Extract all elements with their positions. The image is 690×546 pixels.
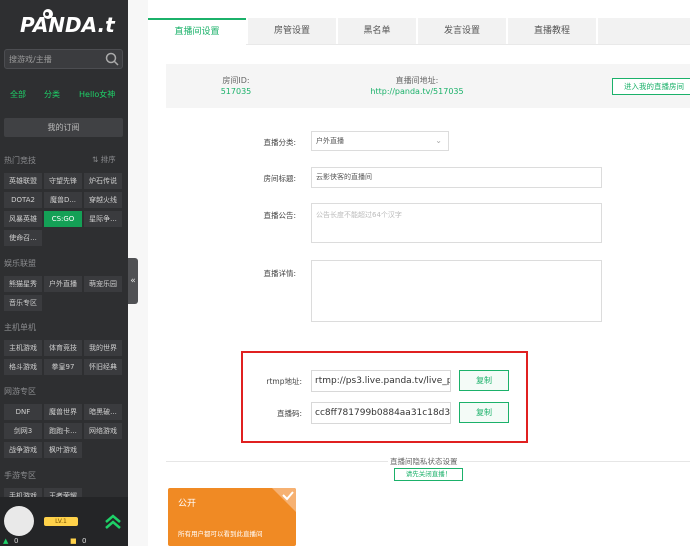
tab-bar: 直播间设置 房管设置 黑名单 发言设置 直播教程 — [148, 18, 690, 46]
tab-tutorial[interactable]: 直播教程 — [508, 18, 596, 44]
scroll-to-top-icon[interactable] — [104, 513, 122, 529]
category-item[interactable]: 萌宠乐园 — [84, 276, 122, 292]
room-url-label: 直播间地址: — [395, 76, 439, 85]
tab-room-settings[interactable]: 直播间设置 — [148, 18, 246, 46]
nav-hello-goddess[interactable]: Hello女神 — [79, 89, 115, 100]
stream-credentials-highlight — [241, 351, 528, 443]
category-item[interactable]: 魔兽D... — [44, 192, 82, 208]
category-item[interactable]: 战争游戏 — [4, 442, 42, 458]
main-panel: 直播间设置 房管设置 黑名单 发言设置 直播教程 房间ID: 517035 直播… — [148, 0, 690, 546]
tab-blacklist[interactable]: 黑名单 — [338, 18, 416, 44]
category-item[interactable]: 暗黑破... — [84, 404, 122, 420]
privacy-section-title: 直播间隐私状态设置 — [388, 456, 460, 467]
announcement-label: 直播公告: — [263, 211, 296, 220]
sort-icon: ⇅ — [92, 155, 101, 164]
search-input[interactable] — [9, 53, 101, 66]
nav-category[interactable]: 分类 — [44, 89, 60, 100]
category-item[interactable]: 怀旧经典 — [84, 359, 122, 375]
room-id-value: 517035 — [220, 87, 252, 96]
public-option-desc: 所有用户都可以看到此直播间 — [178, 530, 263, 538]
sort-label: 排序 — [100, 155, 116, 164]
sidebar-collapse-button[interactable]: « — [128, 258, 138, 304]
category-select[interactable]: 户外直播 ⌄ — [311, 131, 449, 151]
sort-link[interactable]: ⇅ 排序 — [92, 154, 116, 165]
stream-key-label: 直播码: — [276, 409, 302, 418]
enter-room-button[interactable]: 进入我的直播房间 — [612, 78, 690, 95]
category-item[interactable]: 熊猫星秀 — [4, 276, 42, 292]
rtmp-url-field[interactable]: rtmp://ps3.live.panda.tv/live_p — [311, 370, 451, 392]
category-item[interactable]: 英雄联盟 — [4, 173, 42, 189]
category-item[interactable]: 网络游戏 — [84, 423, 122, 439]
privacy-status-button[interactable]: 请先关闭直播！ — [394, 468, 463, 481]
category-item[interactable]: 剑网3 — [4, 423, 42, 439]
public-option-card[interactable]: 公开 所有用户都可以看到此直播间 — [168, 488, 296, 546]
category-item[interactable]: DOTA2 — [4, 192, 42, 208]
category-item[interactable]: 守望先锋 — [44, 173, 82, 189]
category-item[interactable]: 星际争... — [84, 211, 122, 227]
category-item[interactable]: 风暴英雄 — [4, 211, 42, 227]
category-item[interactable]: 炉石传说 — [84, 173, 122, 189]
panda-logo[interactable]: PANDA.tv — [20, 4, 116, 42]
tab-chat-settings[interactable]: 发言设置 — [418, 18, 506, 44]
sidebar: PANDA.tv 全部 分类 Hello女神 我的订阅 热门竞技 ⇅ 排序 英雄… — [0, 0, 128, 546]
coin-icon: ■ — [70, 537, 77, 545]
nav-all[interactable]: 全部 — [10, 89, 26, 100]
search-box — [4, 49, 123, 69]
checkmark-icon — [272, 488, 296, 512]
avatar[interactable] — [4, 506, 34, 536]
room-info: 房间ID: 517035 直播间地址: http://panda.tv/5170… — [166, 64, 690, 108]
category-item[interactable]: 音乐专区 — [4, 295, 42, 311]
category-item[interactable]: 户外直播 — [44, 276, 82, 292]
tab-empty — [598, 18, 690, 44]
category-item[interactable]: 使命召... — [4, 230, 42, 246]
category-item[interactable]: 拳皇97 — [44, 359, 82, 375]
rtmp-label: rtmp地址: — [266, 377, 302, 386]
currency-row: ▲ 0 ■ 0 — [0, 537, 128, 546]
my-subscriptions-button[interactable]: 我的订阅 — [4, 118, 123, 137]
section-title-entertainment: 娱乐联盟 — [4, 259, 36, 268]
copy-stream-key-button[interactable]: 复制 — [459, 402, 509, 423]
quick-nav: 全部 分类 Hello女神 — [0, 89, 128, 101]
bamboo-count: 0 — [14, 537, 19, 545]
category-item[interactable]: 穿越火线 — [84, 192, 122, 208]
details-textarea[interactable] — [311, 260, 602, 322]
section-title-mobile-games: 手游专区 — [4, 471, 36, 480]
section-title-console: 主机单机 — [4, 323, 36, 332]
public-option-title: 公开 — [178, 499, 197, 509]
title-label: 房间标题: — [263, 174, 296, 183]
section-title-hot: 热门竞技 — [4, 156, 36, 165]
title-input[interactable]: 云影侠客的直播间 — [311, 167, 602, 188]
room-id-label: 房间ID: — [222, 76, 250, 85]
svg-text:PANDA.tv: PANDA.tv — [20, 13, 116, 37]
bamboo-icon: ▲ — [3, 537, 9, 545]
category-item[interactable]: 主机游戏 — [4, 340, 42, 356]
category-item[interactable]: 跑跑卡... — [44, 423, 82, 439]
tab-admin-settings[interactable]: 房管设置 — [248, 18, 336, 44]
announcement-textarea[interactable]: 公告长度不能超过64个汉字 — [311, 203, 602, 243]
room-url-link[interactable]: http://panda.tv/517035 — [362, 87, 472, 96]
category-value: 户外直播 — [316, 137, 344, 145]
stream-key-field[interactable]: cc8ff781799b0884aa31c18d39 — [311, 402, 451, 424]
category-label: 直播分类: — [263, 138, 296, 147]
section-title-online-games: 网游专区 — [4, 387, 36, 396]
coin-count: 0 — [82, 537, 87, 545]
details-label: 直播详情: — [263, 269, 296, 278]
category-item[interactable]: 格斗游戏 — [4, 359, 42, 375]
chevron-down-icon: ⌄ — [435, 136, 442, 145]
category-item[interactable]: DNF — [4, 404, 42, 420]
level-badge: LV.1 — [44, 517, 78, 526]
copy-rtmp-button[interactable]: 复制 — [459, 370, 509, 391]
category-item[interactable]: 枫叶游戏 — [44, 442, 82, 458]
category-item[interactable]: 魔兽世界 — [44, 404, 82, 420]
category-item[interactable]: 我的世界 — [84, 340, 122, 356]
category-item[interactable]: 体育竞技 — [44, 340, 82, 356]
search-icon[interactable] — [104, 51, 120, 67]
category-item-active[interactable]: CS:GO — [44, 211, 82, 227]
